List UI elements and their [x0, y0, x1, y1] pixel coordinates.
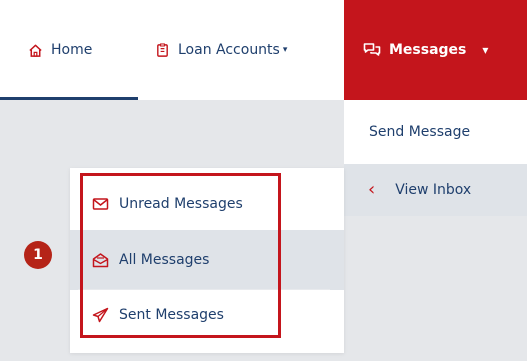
nav-messages[interactable]: Messages ▾ — [344, 0, 527, 100]
dropdown-item-label: Unread Messages — [119, 196, 243, 212]
paper-plane-icon — [92, 307, 109, 323]
chevron-left-icon: ‹ — [368, 179, 376, 200]
chevron-down-icon: ▾ — [482, 43, 489, 57]
dropdown-item-sent-messages[interactable]: Sent Messages — [70, 288, 344, 342]
nav-loan-accounts-label: Loan Accounts — [178, 42, 280, 58]
chevron-down-icon: ▾ — [282, 45, 288, 55]
messages-submenu: Send Message ‹ View Inbox — [344, 100, 527, 216]
inbox-dropdown: Unread Messages All Messages Sent Messag… — [70, 168, 344, 353]
envelope-icon — [92, 198, 109, 210]
dropdown-item-label: Sent Messages — [119, 307, 224, 323]
document-icon — [157, 42, 168, 57]
nav-home[interactable]: Home — [28, 0, 92, 100]
nav-loan-accounts[interactable]: Loan Accounts ▾ — [155, 0, 287, 100]
top-navbar: Home Loan Accounts ▾ Messages ▾ — [0, 0, 527, 100]
dropdown-item-all-messages[interactable]: All Messages — [70, 230, 344, 290]
dropdown-item-label: All Messages — [119, 252, 210, 268]
nav-messages-label: Messages — [389, 42, 467, 58]
active-tab-underline — [0, 97, 138, 100]
submenu-send-message[interactable]: Send Message — [344, 100, 527, 164]
dropdown-item-unread-messages[interactable]: Unread Messages — [70, 178, 344, 230]
nav-home-label: Home — [51, 42, 93, 58]
home-icon — [29, 44, 42, 57]
envelope-open-icon — [92, 253, 109, 268]
send-message-label: Send Message — [369, 124, 471, 140]
submenu-view-inbox[interactable]: ‹ View Inbox — [344, 164, 527, 216]
chat-bubbles-icon — [363, 43, 381, 56]
view-inbox-label: View Inbox — [395, 182, 472, 198]
step-number-badge: 1 — [24, 241, 52, 269]
